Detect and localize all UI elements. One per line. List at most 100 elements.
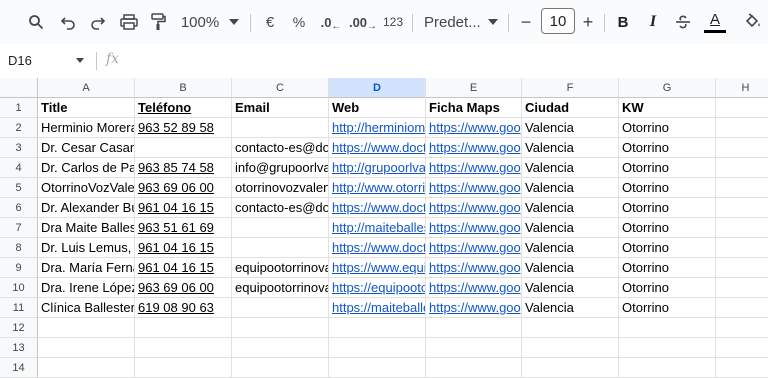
row-header-1[interactable]: 1 <box>0 98 38 118</box>
row-header-12[interactable]: 12 <box>0 318 38 338</box>
cell-g5[interactable]: Otorrino <box>619 178 716 198</box>
cell-a2[interactable]: Herminio Morera <box>38 118 135 138</box>
row-header-6[interactable]: 6 <box>0 198 38 218</box>
cell-g6[interactable]: Otorrino <box>619 198 716 218</box>
cell-d2[interactable]: http://herminiomorera.com <box>329 118 426 138</box>
column-header-a[interactable]: A <box>38 78 135 98</box>
bold-button[interactable]: B <box>612 8 634 36</box>
cell-d14[interactable] <box>329 358 426 378</box>
cell-a7[interactable]: Dra Maite Ballester <box>38 218 135 238</box>
cell-d13[interactable] <box>329 338 426 358</box>
cell-h3[interactable] <box>716 138 768 158</box>
cell-g14[interactable] <box>619 358 716 378</box>
cell-c13[interactable] <box>232 338 329 358</box>
cell-g2[interactable]: Otorrino <box>619 118 716 138</box>
row-header-11[interactable]: 11 <box>0 298 38 318</box>
chevron-down-icon[interactable] <box>226 8 242 36</box>
row-header-5[interactable]: 5 <box>0 178 38 198</box>
cell-g13[interactable] <box>619 338 716 358</box>
cell-c9[interactable]: equipootorrinovalencia@gmail.com <box>232 258 329 278</box>
cell-b14[interactable] <box>135 358 232 378</box>
cell-d10[interactable]: https://equipootorrino.es <box>329 278 426 298</box>
cell-f12[interactable] <box>522 318 619 338</box>
cell-c12[interactable] <box>232 318 329 338</box>
cell-h13[interactable] <box>716 338 768 358</box>
font-size-decrease-button[interactable]: − <box>516 8 536 36</box>
cell-e11[interactable]: https://www.google.com <box>426 298 522 318</box>
cell-c10[interactable]: equipootorrinovalencia@gmail.com <box>232 278 329 298</box>
cell-a10[interactable]: Dra. Irene López <box>38 278 135 298</box>
cell-h7[interactable] <box>716 218 768 238</box>
cell-a13[interactable] <box>38 338 135 358</box>
text-color-button[interactable]: A <box>702 8 728 36</box>
cell-c8[interactable] <box>232 238 329 258</box>
column-header-f[interactable]: F <box>522 78 619 98</box>
chevron-down-icon[interactable] <box>486 8 500 36</box>
cell-a3[interactable]: Dr. Cesar Casanova <box>38 138 135 158</box>
cell-g1[interactable]: KW <box>619 98 716 118</box>
cell-d12[interactable] <box>329 318 426 338</box>
cell-d1[interactable]: Web <box>329 98 426 118</box>
increase-decimal-button[interactable]: .00 → <box>349 8 377 36</box>
italic-button[interactable]: I <box>642 8 664 36</box>
select-all-corner[interactable] <box>0 78 38 98</box>
cell-h8[interactable] <box>716 238 768 258</box>
number-format-button[interactable]: 123 <box>380 8 406 36</box>
cell-f13[interactable] <box>522 338 619 358</box>
cell-a5[interactable]: OtorrinoVozValencia <box>38 178 135 198</box>
font-family-select[interactable]: Predet... <box>424 8 484 36</box>
cell-b13[interactable] <box>135 338 232 358</box>
row-header-8[interactable]: 8 <box>0 238 38 258</box>
cell-h10[interactable] <box>716 278 768 298</box>
cell-d11[interactable]: https://maiteballester.com <box>329 298 426 318</box>
row-header-2[interactable]: 2 <box>0 118 38 138</box>
cell-h14[interactable] <box>716 358 768 378</box>
row-header-9[interactable]: 9 <box>0 258 38 278</box>
cell-a11[interactable]: Clínica Ballester <box>38 298 135 318</box>
cell-b8[interactable]: 961 04 16 15 <box>135 238 232 258</box>
column-header-c[interactable]: C <box>232 78 329 98</box>
cell-a6[interactable]: Dr. Alexander Bustos <box>38 198 135 218</box>
font-size-input[interactable]: 10 <box>541 8 575 34</box>
cell-f4[interactable]: Valencia <box>522 158 619 178</box>
cell-f8[interactable]: Valencia <box>522 238 619 258</box>
cell-f6[interactable]: Valencia <box>522 198 619 218</box>
cell-g4[interactable]: Otorrino <box>619 158 716 178</box>
cell-c7[interactable] <box>232 218 329 238</box>
cell-e6[interactable]: https://www.google.com <box>426 198 522 218</box>
column-header-b[interactable]: B <box>135 78 232 98</box>
cell-f2[interactable]: Valencia <box>522 118 619 138</box>
cell-d5[interactable]: http://www.otorrinovoz.com <box>329 178 426 198</box>
cell-b12[interactable] <box>135 318 232 338</box>
cell-c14[interactable] <box>232 358 329 378</box>
column-header-h[interactable]: H <box>716 78 768 98</box>
cell-g7[interactable]: Otorrino <box>619 218 716 238</box>
cell-h5[interactable] <box>716 178 768 198</box>
cell-a9[interactable]: Dra. María Fernández <box>38 258 135 278</box>
cell-e8[interactable]: https://www.google.com <box>426 238 522 258</box>
cell-b9[interactable]: 961 04 16 15 <box>135 258 232 278</box>
cell-e3[interactable]: https://www.google.com <box>426 138 522 158</box>
cell-b11[interactable]: 619 08 90 63 <box>135 298 232 318</box>
cell-f10[interactable]: Valencia <box>522 278 619 298</box>
paint-format-icon[interactable] <box>146 8 170 36</box>
cell-b2[interactable]: 963 52 89 58 <box>135 118 232 138</box>
cell-e4[interactable]: https://www.google.com <box>426 158 522 178</box>
cell-c4[interactable]: info@grupoorlvalencia.com <box>232 158 329 178</box>
cell-h11[interactable] <box>716 298 768 318</box>
cell-h4[interactable] <box>716 158 768 178</box>
cell-b1[interactable]: Teléfono <box>135 98 232 118</box>
cell-f14[interactable] <box>522 358 619 378</box>
row-header-13[interactable]: 13 <box>0 338 38 358</box>
cell-c6[interactable]: contacto-es@doctoralia.es <box>232 198 329 218</box>
row-header-14[interactable]: 14 <box>0 358 38 378</box>
font-size-increase-button[interactable]: + <box>578 8 598 36</box>
row-header-10[interactable]: 10 <box>0 278 38 298</box>
cell-e1[interactable]: Ficha Maps <box>426 98 522 118</box>
cell-h12[interactable] <box>716 318 768 338</box>
cell-h9[interactable] <box>716 258 768 278</box>
cell-d6[interactable]: https://www.doctoralia.es <box>329 198 426 218</box>
cell-e10[interactable]: https://www.google.com <box>426 278 522 298</box>
cell-c1[interactable]: Email <box>232 98 329 118</box>
zoom-select[interactable]: 100% <box>178 8 222 36</box>
